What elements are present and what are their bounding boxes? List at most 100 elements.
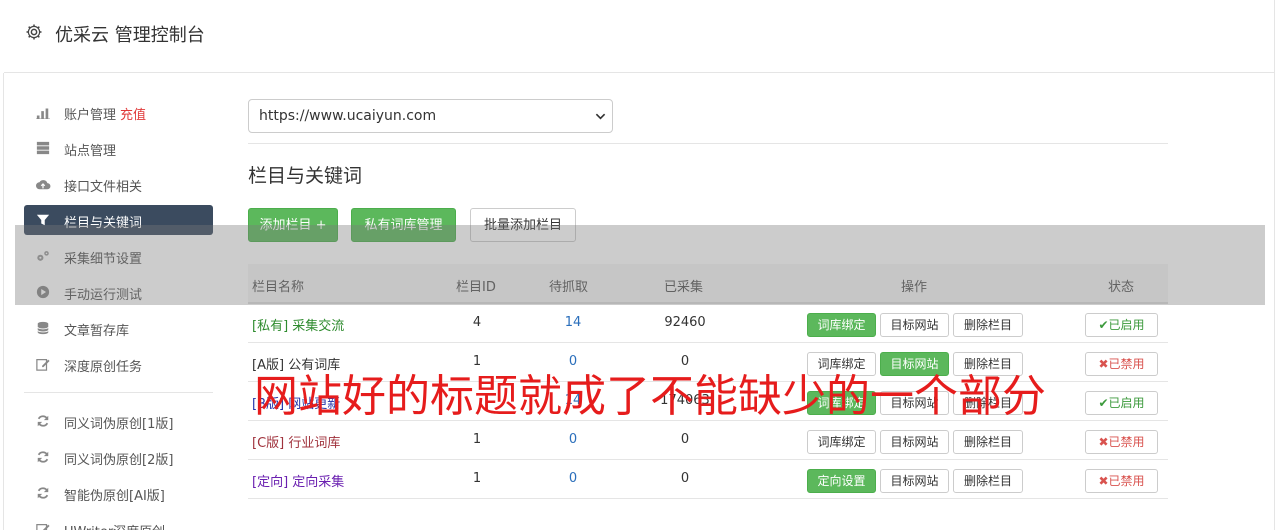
sidebar-item-5[interactable]: 采集细节设置: [24, 241, 213, 271]
sidebar-item-label: 账户管理 充值: [64, 108, 147, 123]
pending-cell[interactable]: 0: [553, 354, 593, 369]
header-collected: 已采集: [664, 280, 704, 295]
filter-icon: [36, 214, 50, 226]
divider: [248, 143, 1168, 144]
pending-cell[interactable]: 14: [553, 315, 593, 330]
collected-cell: 174063: [660, 393, 710, 408]
cloud-upload-icon: [36, 180, 51, 190]
lexicon-bind-button[interactable]: 词库绑定: [807, 352, 876, 376]
sidebar-item-1[interactable]: 账户管理 充值: [24, 97, 213, 127]
app-window: 优采云 管理控制台 账户管理 充值 站点管理 接口文件相关 栏目与关键词 采集细节设置 手动…: [0, 0, 1279, 530]
target-site-button[interactable]: 目标网站: [880, 313, 949, 337]
edit-icon: [36, 524, 50, 530]
column-name-cell[interactable]: [B版] 网站更新: [252, 393, 340, 412]
collected-cell: 0: [680, 471, 690, 486]
lexicon-bind-button[interactable]: 词库绑定: [807, 430, 876, 454]
header-column-name: 栏目名称: [252, 280, 305, 295]
target-site-button[interactable]: 目标网站: [880, 469, 949, 493]
collected-cell: 92460: [664, 315, 706, 330]
batch-add-button[interactable]: 批量添加栏目: [470, 208, 576, 242]
column-name-cell[interactable]: [A版] 公有词库: [252, 354, 340, 373]
sidebar-item-label: 文章暂存库: [64, 324, 130, 339]
delete-column-button[interactable]: 删除栏目: [953, 352, 1023, 376]
frame-border-left: [3, 73, 4, 530]
delete-column-button[interactable]: 删除栏目: [953, 469, 1023, 493]
sidebar-item-10[interactable]: 同义词伪原创[2版]: [24, 442, 213, 472]
header-bar: 优采云 管理控制台: [4, 0, 1275, 73]
table-row: [B版] 网站更新 14 174063 词库绑定 目标网站 删除栏目 ✔已启用: [248, 382, 1168, 421]
column-name-cell[interactable]: [定向] 定向采集: [252, 471, 344, 490]
sidebar-item-2[interactable]: 站点管理: [24, 133, 213, 163]
close-icon: ✖: [1098, 357, 1109, 371]
status-toggle[interactable]: ✖已禁用: [1085, 352, 1158, 376]
target-site-button[interactable]: 目标网站: [880, 430, 949, 454]
column-name-cell[interactable]: [C版] 行业词库: [252, 432, 340, 451]
table-row: [定向] 定向采集 1 0 0 定向设置 目标网站 删除栏目 ✖已禁用: [248, 460, 1168, 499]
pending-cell[interactable]: 14: [553, 393, 593, 408]
sidebar-item-12[interactable]: UWriter深度原创: [24, 514, 213, 530]
pending-cell[interactable]: 0: [553, 432, 593, 447]
lexicon-bind-button[interactable]: 定向设置: [807, 469, 876, 493]
sidebar-item-label: 同义词伪原创[1版]: [64, 417, 174, 432]
edit-icon: [36, 359, 50, 371]
bar-chart-icon: [36, 108, 50, 119]
server-icon: [36, 141, 50, 155]
sidebar-item-label: 栏目与关键词: [64, 216, 143, 231]
sidebar-item-8[interactable]: 深度原创任务: [24, 349, 213, 379]
lexicon-bind-button[interactable]: 词库绑定: [807, 313, 876, 337]
sidebar-item-9[interactable]: 同义词伪原创[1版]: [24, 406, 213, 436]
frame-border-right: [1274, 0, 1275, 530]
collected-cell: 0: [680, 354, 690, 369]
target-site-button[interactable]: 目标网站: [880, 391, 949, 415]
header-actions: 操作: [901, 280, 928, 295]
close-icon: ✖: [1098, 474, 1109, 488]
section-title: 栏目与关键词: [248, 165, 363, 187]
site-select-value: https://www.ucaiyun.com: [259, 108, 437, 124]
column-id-cell: 1: [472, 432, 482, 447]
add-column-button[interactable]: 添加栏目 +: [248, 208, 338, 242]
refresh-icon: [37, 415, 49, 427]
delete-column-button[interactable]: 删除栏目: [953, 313, 1023, 337]
pending-cell[interactable]: 0: [553, 471, 593, 486]
site-select[interactable]: https://www.ucaiyun.com: [248, 99, 613, 133]
sidebar-item-label: UWriter深度原创: [64, 521, 165, 530]
page-title: 优采云 管理控制台: [55, 25, 205, 46]
refresh-icon: [37, 487, 49, 499]
refresh-icon: [37, 451, 49, 463]
status-toggle[interactable]: ✔已启用: [1085, 391, 1158, 415]
sidebar-item-4[interactable]: 栏目与关键词: [24, 205, 213, 235]
target-site-button[interactable]: 目标网站: [880, 352, 949, 376]
sidebar-item-3[interactable]: 接口文件相关: [24, 169, 213, 199]
check-icon: ✔: [1098, 396, 1109, 410]
sidebar-item-label: 同义词伪原创[2版]: [64, 453, 174, 468]
header-column-id: 栏目ID: [456, 280, 496, 295]
check-icon: ✔: [1098, 318, 1109, 332]
private-lexicon-button[interactable]: 私有词库管理: [351, 208, 456, 242]
sidebar-item-7[interactable]: 文章暂存库: [24, 313, 213, 343]
table-header: 栏目名称 栏目ID 待抓取 已采集 操作 状态: [248, 264, 1168, 304]
sidebar-divider: [24, 392, 213, 393]
lexicon-bind-button[interactable]: 词库绑定: [807, 391, 876, 415]
column-name-cell[interactable]: [私有] 采集交流: [252, 315, 344, 334]
recharge-link[interactable]: 充值: [120, 108, 146, 123]
table-row: [A版] 公有词库 1 0 0 词库绑定 目标网站 删除栏目 ✖已禁用: [248, 343, 1168, 382]
sidebar-item-6[interactable]: 手动运行测试: [24, 277, 213, 307]
database-icon: [37, 321, 49, 335]
cogs-icon: [37, 251, 49, 261]
delete-column-button[interactable]: 删除栏目: [953, 391, 1023, 415]
sidebar-item-label: 采集细节设置: [64, 252, 143, 267]
column-id-cell: 1: [472, 471, 482, 486]
status-toggle[interactable]: ✔已启用: [1085, 313, 1158, 337]
collected-cell: 0: [680, 432, 690, 447]
status-toggle[interactable]: ✖已禁用: [1085, 430, 1158, 454]
delete-column-button[interactable]: 删除栏目: [953, 430, 1023, 454]
status-toggle[interactable]: ✖已禁用: [1085, 469, 1158, 493]
column-id-cell: 4: [472, 315, 482, 330]
sidebar-item-11[interactable]: 智能伪原创[AI版]: [24, 478, 213, 508]
chevron-down-icon: [595, 113, 606, 120]
sidebar-item-label: 智能伪原创[AI版]: [64, 489, 165, 504]
table-row: [C版] 行业词库 1 0 0 词库绑定 目标网站 删除栏目 ✖已禁用: [248, 421, 1168, 460]
column-id-cell: 1: [472, 354, 482, 369]
play-circle-icon: [36, 285, 50, 299]
table-row: [私有] 采集交流 4 14 92460 词库绑定 目标网站 删除栏目 ✔已启用: [248, 304, 1168, 343]
